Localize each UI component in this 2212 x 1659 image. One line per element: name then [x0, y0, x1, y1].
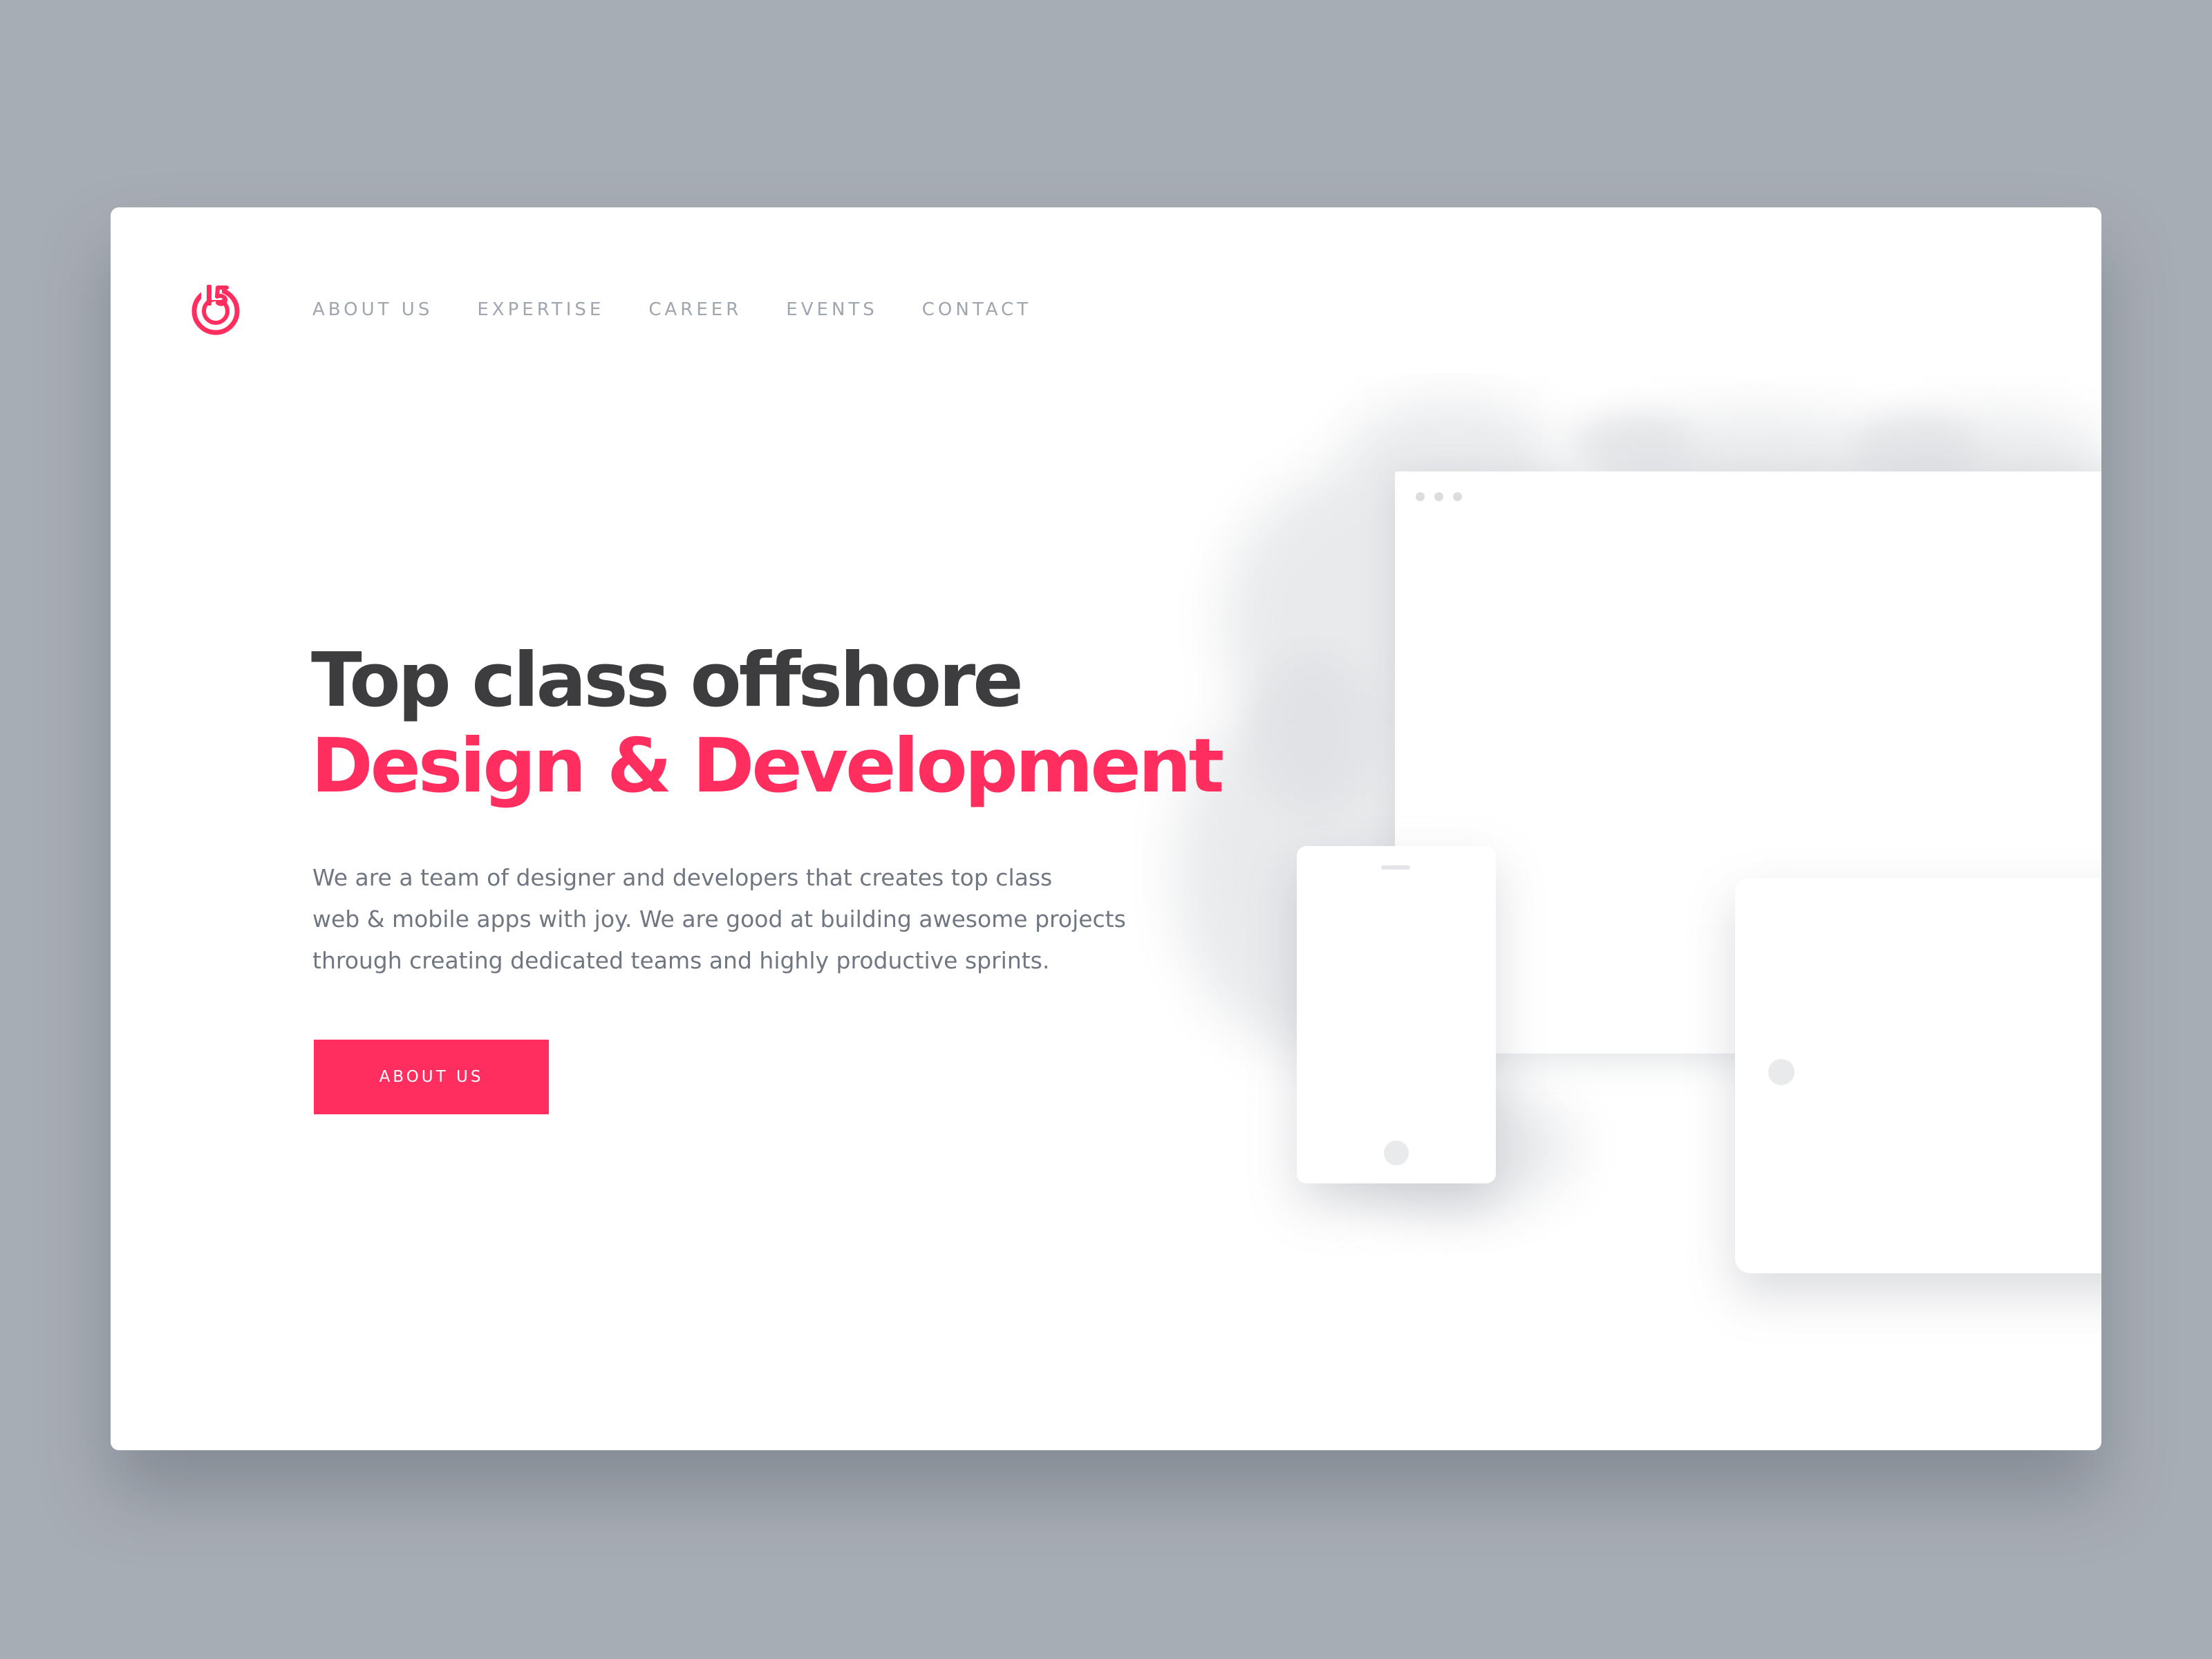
- phone-home-button: [1384, 1141, 1409, 1165]
- hero-description-line: through creating dedicated teams and hig…: [312, 947, 1050, 974]
- hero-title-line-1: Top class offshore: [311, 637, 1024, 724]
- nav-item-career[interactable]: CAREER: [648, 299, 742, 321]
- main-nav: ABOUT US EXPERTISE CAREER EVENTS CONTACT: [312, 299, 1031, 321]
- hero-title-line-2: Design & Development: [311, 723, 1224, 809]
- hero-description-line: web & mobile apps with joy. We are good …: [312, 906, 1126, 932]
- window-dot-icon: [1416, 492, 1425, 501]
- nav-item-events[interactable]: EVENTS: [786, 299, 877, 321]
- nav-item-expertise[interactable]: EXPERTISE: [477, 299, 604, 321]
- window-controls: [1416, 492, 1462, 501]
- nav-item-contact[interactable]: CONTACT: [922, 299, 1031, 321]
- tablet-home-button: [1768, 1059, 1794, 1085]
- window-dot-icon: [1453, 492, 1462, 501]
- window-dot-icon: [1434, 492, 1443, 501]
- logo-icon[interactable]: [189, 283, 242, 336]
- about-us-button[interactable]: ABOUT US: [314, 1040, 549, 1114]
- nav-item-about-us[interactable]: ABOUT US: [312, 299, 433, 321]
- hero-description-line: We are a team of designer and developers…: [312, 864, 1053, 891]
- landing-page-card: ABOUT US EXPERTISE CAREER EVENTS CONTACT: [111, 207, 2101, 1450]
- hero-description: We are a team of designer and developers…: [312, 857, 1197, 982]
- phone-mockup: [1297, 846, 1496, 1183]
- phone-speaker: [1381, 865, 1410, 870]
- tablet-mockup: [1735, 878, 2101, 1273]
